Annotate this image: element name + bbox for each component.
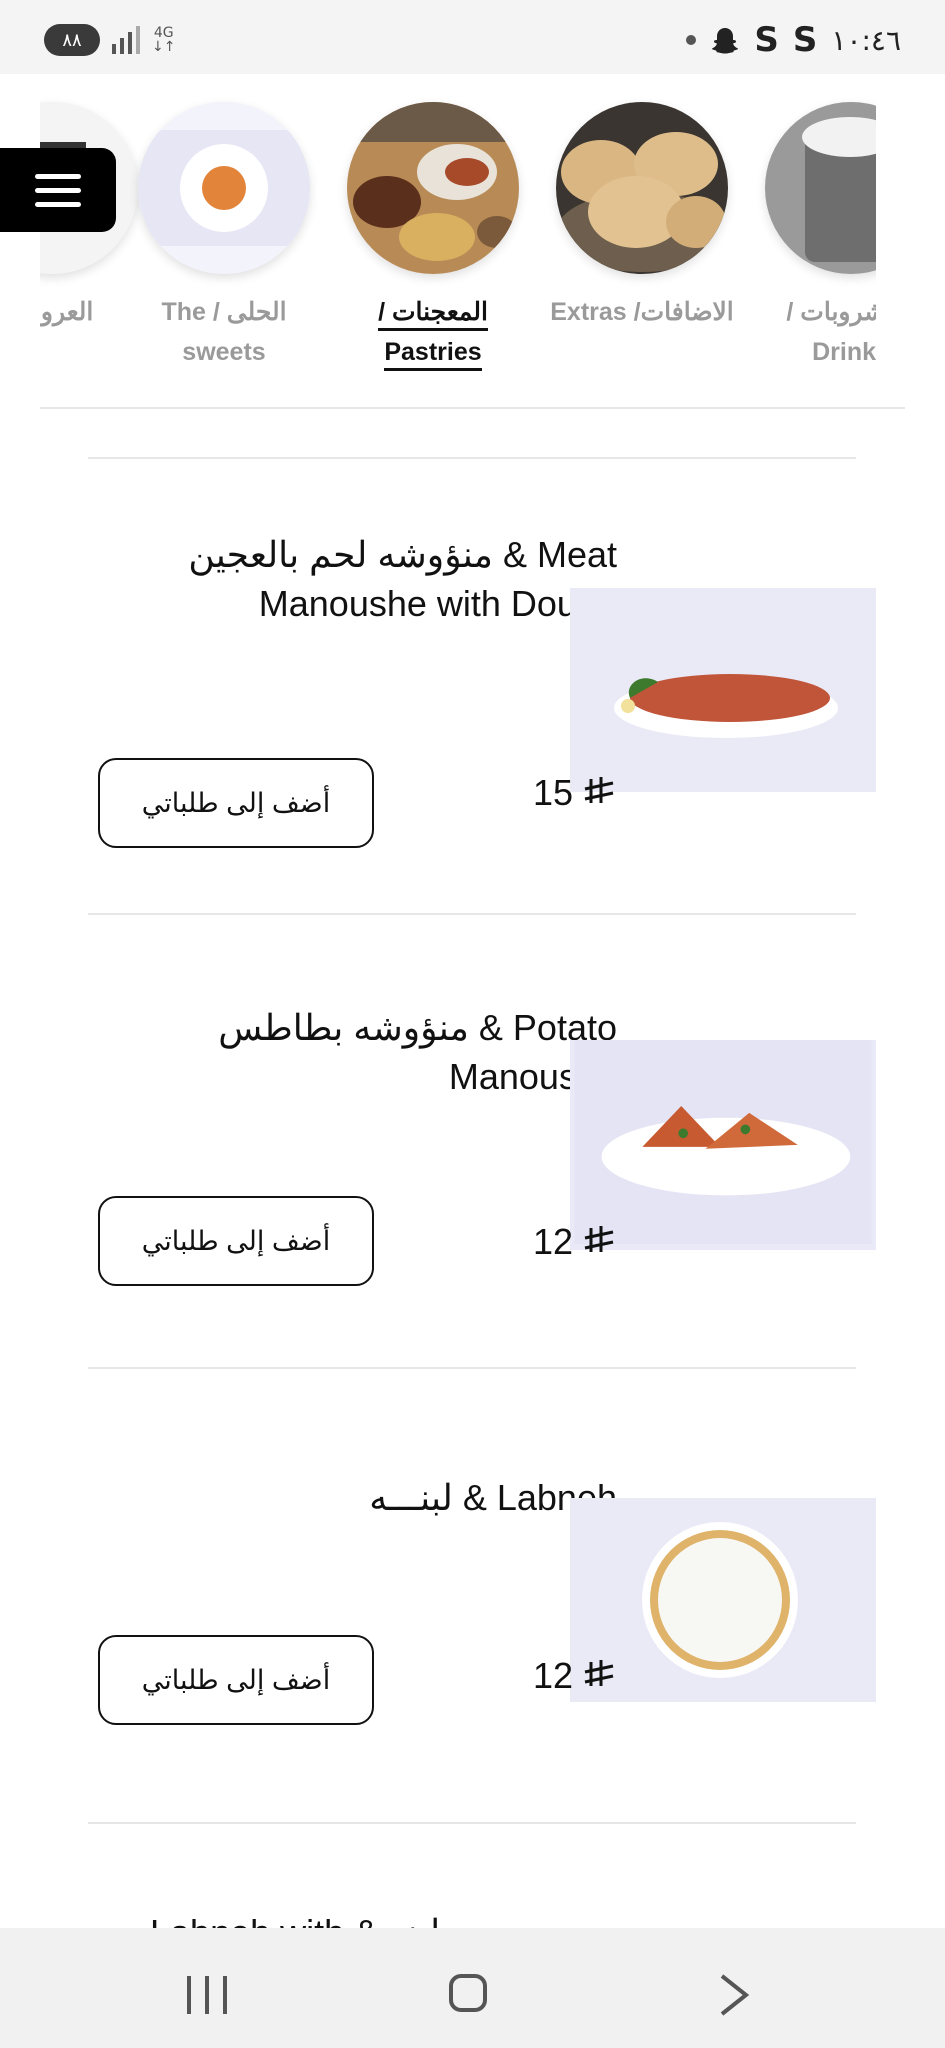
price: 15: [533, 772, 617, 814]
category-pastries[interactable]: المعجنات / Pastries: [333, 102, 533, 372]
category-drinks[interactable]: المشروبات / Drinks: [751, 102, 876, 372]
status-bar: ٨٨ 4G ↓↑ S S ١٠:٤٦: [0, 0, 945, 74]
status-left: ٨٨ 4G ↓↑: [44, 24, 175, 56]
add-to-order-button[interactable]: أضف إلى طلباتي: [98, 1196, 374, 1286]
divider: [88, 1367, 856, 1369]
product-card: لبنـــه & Labneh 12 أضف إلى طلباتي: [88, 1473, 876, 1773]
clock: ١٠:٤٦: [831, 23, 901, 57]
app-notification-icon: S: [792, 20, 818, 60]
category-label: الحلى / The sweets: [161, 298, 287, 366]
system-nav-bar: [0, 1928, 945, 2048]
product-card: منؤوشه لحم بالعجين & Meat Manoushe with …: [88, 530, 876, 860]
category-image: [556, 102, 728, 274]
product-card: منؤوشه بطاطس & Potato Manoushe 12 أضف إل…: [88, 1003, 876, 1323]
divider: [88, 913, 856, 915]
category-image: [765, 102, 876, 274]
saudi-riyal-icon: [584, 1660, 614, 1686]
back-icon[interactable]: [716, 1972, 756, 2018]
signal-icon: [112, 26, 140, 54]
product-image-potato-manoushe[interactable]: [570, 1040, 876, 1250]
product-name: لبنـــه & Labneh: [369, 1477, 617, 1518]
product-name: منؤوشه بطاطس & Potato Manoushe: [218, 1007, 617, 1097]
category-label: المعجنات / Pastries: [378, 298, 488, 371]
divider: [88, 1822, 856, 1824]
category-image: [138, 102, 310, 274]
battery-indicator: ٨٨: [44, 24, 100, 56]
product-image-meat-manoushe[interactable]: [570, 588, 876, 792]
snapchat-icon: [712, 28, 739, 54]
dot-icon: [686, 35, 697, 45]
home-icon[interactable]: [449, 1974, 487, 2012]
price: 12: [533, 1655, 617, 1697]
category-label: العروض: [40, 298, 94, 326]
category-sweets[interactable]: الحلى / The sweets: [124, 102, 324, 372]
category-divider: [40, 407, 905, 409]
add-to-order-button[interactable]: أضف إلى طلباتي: [98, 1635, 374, 1725]
app-notification-icon: S: [754, 20, 779, 60]
add-to-order-button[interactable]: أضف إلى طلباتي: [98, 758, 374, 848]
category-label: الاضافات/ Extras: [550, 298, 734, 326]
status-right: S S ١٠:٤٦: [686, 20, 901, 60]
product-name: منؤوشه لحم بالعجين & Meat Manoushe with …: [188, 534, 617, 624]
category-label: المشروبات / Drinks: [786, 298, 876, 366]
price: 12: [533, 1221, 617, 1263]
category-carousel[interactable]: العروض الحلى / The sweets المعجنات / Pas…: [40, 74, 876, 404]
category-image: [347, 102, 519, 274]
divider: [88, 457, 856, 459]
category-extras[interactable]: الاضافات/ Extras: [542, 102, 742, 332]
network-type: 4G ↓↑: [152, 25, 176, 55]
saudi-riyal-icon: [584, 777, 614, 803]
hamburger-menu-icon[interactable]: [0, 148, 116, 232]
recent-apps-icon[interactable]: [187, 1976, 227, 2014]
saudi-riyal-icon: [584, 1226, 614, 1252]
